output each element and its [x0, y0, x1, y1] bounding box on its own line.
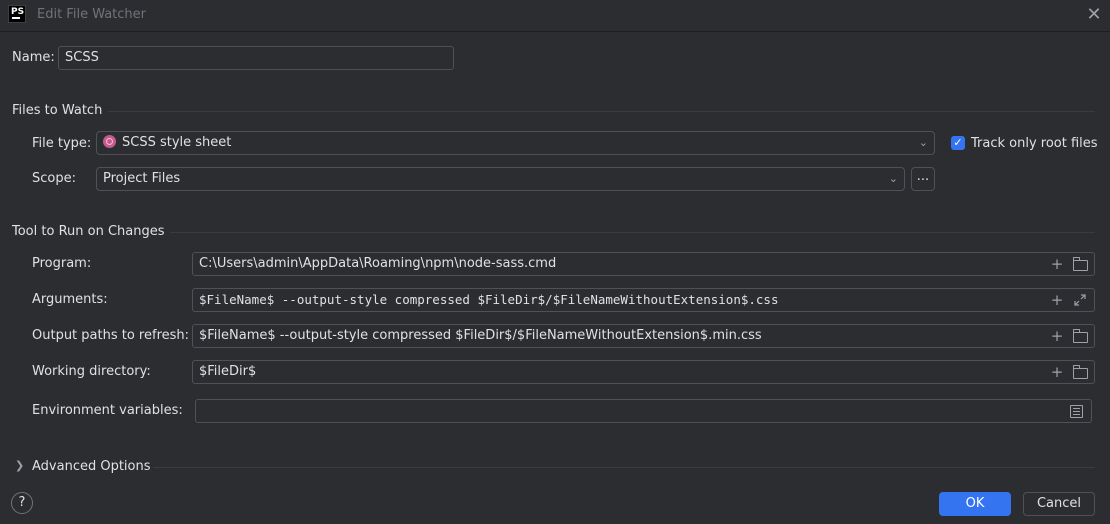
- file-type-select[interactable]: SCSS style sheet ⌄: [96, 131, 935, 155]
- cancel-button[interactable]: Cancel: [1023, 492, 1095, 516]
- help-button[interactable]: ?: [11, 492, 33, 514]
- dialog-title: Edit File Watcher: [37, 7, 147, 22]
- name-input[interactable]: SCSS: [58, 46, 454, 70]
- file-type-label: File type:: [32, 136, 92, 151]
- program-input[interactable]: C:\Users\admin\AppData\Roaming\npm\node-…: [192, 252, 1095, 276]
- environment-variables-input[interactable]: [195, 399, 1092, 423]
- chevron-down-icon: ⌄: [918, 136, 928, 149]
- title-bar: PS Edit File Watcher ✕: [0, 0, 1110, 32]
- add-icon[interactable]: +: [1049, 364, 1065, 380]
- arguments-value: $FileName$ --output-style compressed $Fi…: [199, 292, 779, 307]
- add-icon[interactable]: +: [1049, 328, 1065, 344]
- folder-icon[interactable]: [1073, 257, 1088, 271]
- chevron-down-icon: ⌄: [888, 172, 898, 185]
- working-directory-label: Working directory:: [32, 364, 151, 379]
- chevron-right-icon[interactable]: ❯: [15, 459, 24, 472]
- output-paths-label: Output paths to refresh:: [32, 328, 190, 343]
- close-icon[interactable]: ✕: [1084, 5, 1104, 25]
- folder-icon[interactable]: [1073, 365, 1088, 379]
- folder-icon[interactable]: [1073, 329, 1088, 343]
- add-icon[interactable]: +: [1049, 292, 1065, 308]
- ok-button[interactable]: OK: [939, 492, 1011, 516]
- phpstorm-logo-icon: PS: [8, 5, 26, 23]
- files-to-watch-heading: Files to Watch: [12, 103, 103, 118]
- name-label: Name:: [12, 50, 55, 65]
- working-directory-value: $FileDir$: [199, 364, 257, 379]
- section-divider: [153, 467, 1095, 468]
- section-divider: [108, 111, 1095, 112]
- working-directory-input[interactable]: $FileDir$: [192, 360, 1095, 384]
- output-paths-value: $FileName$ --output-style compressed $Fi…: [199, 328, 762, 343]
- scss-icon: [103, 135, 116, 148]
- advanced-options-toggle[interactable]: Advanced Options: [32, 459, 151, 474]
- scope-more-button[interactable]: ...: [911, 167, 935, 191]
- section-divider: [170, 232, 1095, 233]
- arguments-input[interactable]: $FileName$ --output-style compressed $Fi…: [192, 288, 1095, 312]
- tool-heading: Tool to Run on Changes: [12, 224, 165, 239]
- program-value: C:\Users\admin\AppData\Roaming\npm\node-…: [199, 256, 557, 271]
- add-icon[interactable]: +: [1049, 256, 1065, 272]
- output-paths-input[interactable]: $FileName$ --output-style compressed $Fi…: [192, 324, 1095, 348]
- list-icon[interactable]: [1070, 405, 1083, 418]
- scope-label: Scope:: [32, 171, 76, 186]
- track-root-label: Track only root files: [971, 136, 1098, 151]
- program-label: Program:: [32, 256, 92, 271]
- scope-select[interactable]: Project Files ⌄: [96, 167, 905, 191]
- track-root-checkbox[interactable]: ✓: [951, 136, 965, 150]
- expand-icon[interactable]: [1074, 294, 1086, 306]
- file-type-value: SCSS style sheet: [122, 135, 232, 150]
- scope-value: Project Files: [103, 171, 181, 186]
- environment-variables-label: Environment variables:: [32, 403, 183, 418]
- arguments-label: Arguments:: [32, 292, 108, 307]
